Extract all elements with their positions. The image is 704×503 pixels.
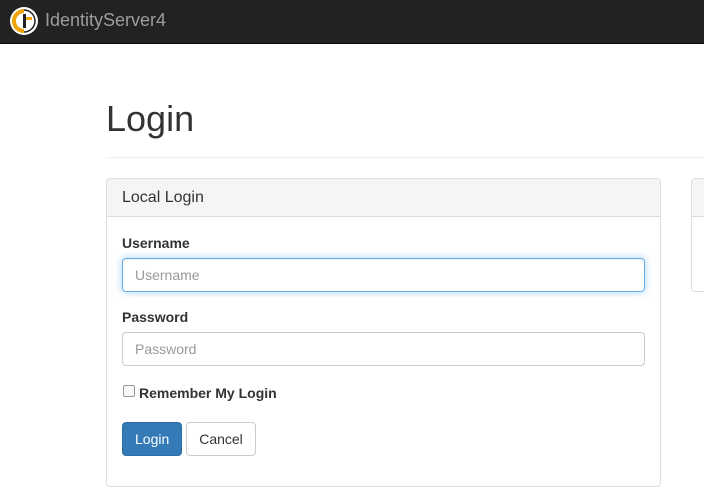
- external-login-panel-heading: [692, 179, 704, 217]
- password-label: Password: [122, 309, 189, 325]
- page-title: Login: [106, 98, 195, 139]
- local-login-panel: Local Login Username Password Remember M…: [106, 178, 661, 487]
- brand-name[interactable]: IdentityServer4: [45, 9, 166, 31]
- cancel-button[interactable]: Cancel: [186, 422, 256, 456]
- password-input[interactable]: [122, 332, 645, 366]
- remember-login-label[interactable]: Remember My Login: [139, 385, 277, 401]
- external-login-panel: [691, 178, 704, 292]
- navbar: IdentityServer4: [0, 0, 704, 44]
- login-button[interactable]: Login: [122, 422, 182, 456]
- remember-login-checkbox[interactable]: [123, 385, 135, 397]
- identityserver-logo-icon[interactable]: [9, 6, 39, 36]
- panel-title: Local Login: [122, 189, 204, 206]
- username-input[interactable]: [122, 258, 645, 292]
- username-label: Username: [122, 235, 190, 251]
- header-divider: [106, 157, 704, 158]
- panel-heading: Local Login: [107, 179, 660, 217]
